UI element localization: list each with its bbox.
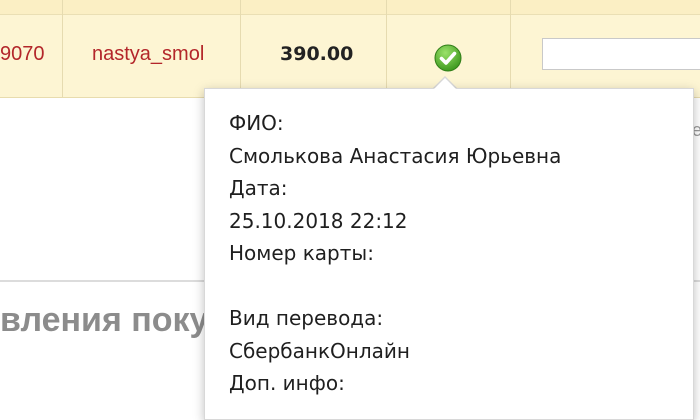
column-divider	[240, 0, 241, 97]
date-value: 25.10.2018 22:12	[229, 208, 408, 233]
section-heading: вления поку	[0, 301, 209, 339]
username-link[interactable]: nastya_smol	[92, 42, 204, 66]
column-divider	[510, 0, 511, 97]
check-circle-icon[interactable]	[434, 44, 462, 72]
payment-details-tooltip: ФИО: Смолькова Анастасия Юрьевна Дата: 2…	[204, 88, 694, 420]
extra-info-label: Доп. инфо:	[229, 371, 345, 395]
column-divider	[62, 0, 63, 97]
card-number-label: Номер карты:	[229, 241, 374, 265]
tooltip-arrow-fill	[433, 78, 457, 90]
comment-input[interactable]	[542, 38, 700, 70]
order-id-cell[interactable]: 9070	[0, 42, 45, 66]
transfer-type-label: Вид перевода:	[229, 306, 384, 330]
column-divider	[386, 0, 387, 97]
date-label: Дата:	[229, 176, 288, 200]
fio-value: Смолькова Анастасия Юрьевна	[229, 143, 562, 168]
amount-cell: 390.00	[280, 43, 354, 65]
fio-label: ФИО:	[229, 111, 284, 135]
table-row-top-strip	[0, 0, 700, 15]
card-number-value	[229, 270, 561, 303]
transfer-type-value: СбербанкОнлайн	[229, 338, 410, 363]
